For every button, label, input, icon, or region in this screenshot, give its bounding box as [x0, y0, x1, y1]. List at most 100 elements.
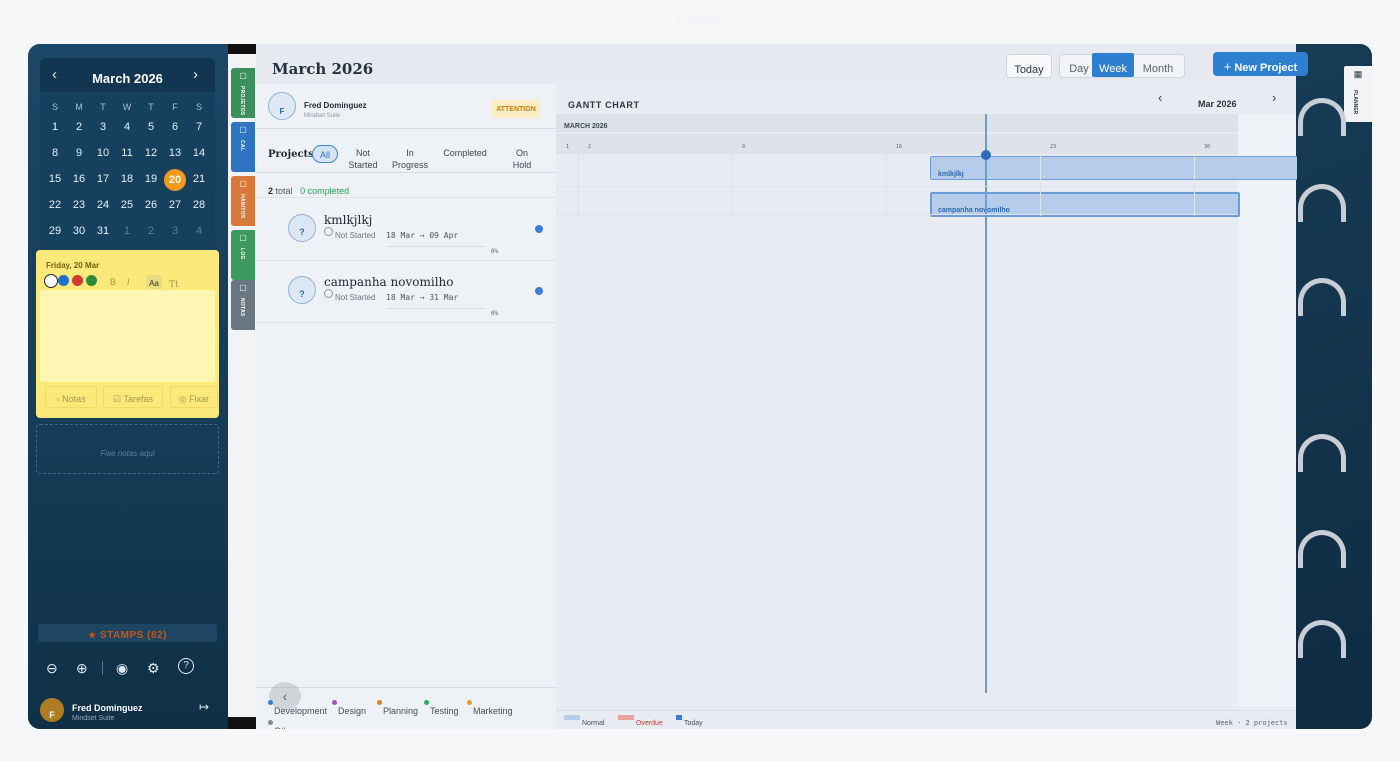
list-item[interactable]: ? kmlkjlkj Not Started 18 Mar → 09 Apr 0% [256, 198, 556, 261]
calendar-day[interactable]: 3 [92, 121, 114, 133]
category-legend-item: Development [268, 700, 327, 716]
section-tab[interactable]: ▢ HÁBITOS [231, 176, 255, 226]
calendar-day[interactable]: 17 [92, 173, 114, 185]
stamps-button[interactable]: ★ STAMPS (82) [38, 624, 217, 642]
category-label: Development [274, 706, 328, 716]
calendar-day[interactable]: 4 [188, 225, 210, 237]
gantt-next-button[interactable]: › [1272, 90, 1276, 105]
calendar-day[interactable]: 1 [116, 225, 138, 237]
calendar-day[interactable]: 24 [92, 199, 114, 211]
calendar-day[interactable]: 9 [68, 147, 90, 159]
note-action-notas[interactable]: ▫ Notas [45, 386, 97, 408]
progress-track [386, 246, 486, 247]
tab-label: PROJETOS [239, 86, 245, 116]
status-icon [324, 289, 333, 298]
note-action-tarefas[interactable]: ☑ Tarefas [103, 386, 163, 408]
calendar-weekday: S [51, 102, 58, 112]
calendar-day[interactable]: 10 [92, 147, 114, 159]
bold-button[interactable]: B [110, 277, 116, 287]
calendar-day[interactable]: 21 [188, 173, 210, 185]
calendar-day[interactable]: 25 [116, 199, 138, 211]
category-label: Marketing [473, 706, 513, 716]
toolbar-divider [102, 661, 103, 675]
calendar-day[interactable]: 5 [140, 121, 162, 133]
view-day-button[interactable]: Day [1062, 54, 1096, 76]
view-month-button[interactable]: Month [1135, 54, 1181, 76]
calendar-day[interactable]: 23 [68, 199, 90, 211]
help-icon[interactable]: ? [178, 658, 194, 674]
gantt-prev-button[interactable]: ‹ [1158, 90, 1162, 105]
profile-avatar[interactable]: F [268, 92, 296, 120]
calendar-day[interactable]: 2 [140, 225, 162, 237]
note-color-swatch[interactable] [44, 274, 58, 288]
calendar-next-button[interactable]: › [193, 66, 198, 83]
calendar-day[interactable]: 30 [68, 225, 90, 237]
filter-all[interactable]: All [312, 145, 338, 163]
status-icon [324, 227, 333, 236]
calendar-day[interactable]: 22 [44, 199, 66, 211]
planner-tab[interactable]: ▦ PLANNER [1344, 66, 1372, 122]
calendar-day[interactable]: 27 [164, 199, 186, 211]
font-size-large-button[interactable]: Tt [169, 280, 179, 290]
project-icon: ? [288, 276, 316, 304]
zoom-in-icon[interactable]: ⊕ [76, 660, 88, 677]
calendar-day-today[interactable]: 20 [164, 169, 186, 191]
gantt-day-tick: 9 [742, 144, 746, 150]
note-action-label: Tarefas [123, 394, 153, 404]
zoom-out-icon[interactable]: ⊖ [46, 660, 58, 677]
calendar-day[interactable]: 3 [164, 225, 186, 237]
calendar-day[interactable]: 15 [44, 173, 66, 185]
calendar-day[interactable]: 11 [116, 147, 138, 159]
palette-icon[interactable]: ◉ [116, 660, 128, 677]
new-project-button[interactable]: + New Project [1213, 52, 1308, 76]
section-tab[interactable]: ▢ PROJETOS [231, 68, 255, 118]
gantt-month-row-label: MARCH 2026 [564, 123, 608, 130]
gantt-bar-label: kmlkjlkj [938, 171, 964, 178]
section-tab[interactable]: ▢ LOG [231, 230, 255, 280]
calendar-day[interactable]: 6 [164, 121, 186, 133]
pin-notes-zone[interactable]: Fixe notas aqui [36, 424, 219, 474]
calendar-day[interactable]: 12 [140, 147, 162, 159]
logout-icon[interactable]: ↦ [199, 700, 209, 714]
list-item[interactable]: ? campanha novomilho Not Started 18 Mar → 3… [256, 260, 556, 323]
category-dot [268, 700, 273, 705]
calendar-day[interactable]: 28 [188, 199, 210, 211]
calendar-day[interactable]: 29 [44, 225, 66, 237]
binder-ring [1298, 530, 1346, 568]
note-color-swatch[interactable] [58, 275, 69, 286]
note-text-area[interactable] [40, 290, 215, 382]
project-icon: ? [288, 214, 316, 242]
note-action-label: Notas [62, 394, 86, 404]
filter-completed[interactable]: Completed [440, 147, 490, 159]
calendar-day[interactable]: 7 [188, 121, 210, 133]
calendar-day[interactable]: 16 [68, 173, 90, 185]
calendar-day[interactable]: 1 [44, 121, 66, 133]
calendar-day[interactable]: 19 [140, 173, 162, 185]
note-color-swatch[interactable] [72, 275, 83, 286]
tab-icon: ▢ [239, 283, 247, 292]
gear-icon[interactable]: ⚙ [147, 660, 160, 677]
calendar-day[interactable]: 18 [116, 173, 138, 185]
note-color-swatch[interactable] [86, 275, 97, 286]
filter-not-started[interactable]: Not Started [341, 147, 385, 171]
font-size-small-button[interactable]: Aa [146, 275, 162, 289]
filter-on-hold[interactable]: On Hold [504, 147, 540, 171]
calendar-day[interactable]: 2 [68, 121, 90, 133]
calendar-day[interactable]: 4 [116, 121, 138, 133]
calendar-day[interactable]: 14 [188, 147, 210, 159]
calendar-day[interactable]: 26 [140, 199, 162, 211]
project-dates: 18 Mar → 09 Apr [386, 231, 459, 240]
calendar-day[interactable]: 31 [92, 225, 114, 237]
section-tab[interactable]: ▢ CAL [231, 122, 255, 172]
today-button[interactable]: Today [1006, 54, 1052, 78]
note-action-fixar[interactable]: ◎ Fixar [170, 386, 218, 408]
avatar[interactable]: F [40, 698, 64, 722]
section-tab[interactable]: ▢ NOTAS [231, 280, 255, 330]
tab-label: LOG [239, 248, 245, 260]
planner-tab-label: PLANNER [1352, 90, 1358, 115]
calendar-day[interactable]: 8 [44, 147, 66, 159]
calendar-day[interactable]: 13 [164, 147, 186, 159]
view-week-button[interactable]: Week [1092, 53, 1134, 77]
filter-in-progress[interactable]: In Progress [388, 147, 432, 171]
italic-button[interactable]: I [127, 277, 130, 287]
